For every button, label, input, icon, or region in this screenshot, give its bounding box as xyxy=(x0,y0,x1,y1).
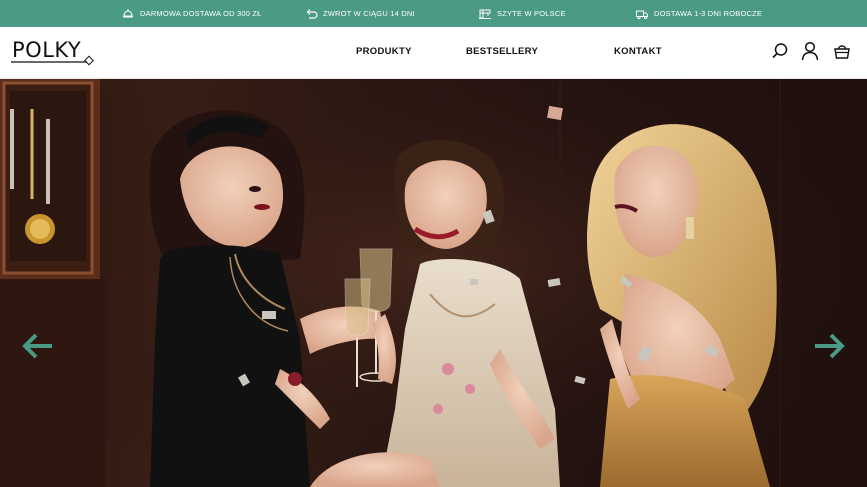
delivery-truck-icon xyxy=(636,10,648,19)
promo-item-free-delivery: DARMOWA DOSTAWA OD 300 ZŁ xyxy=(121,0,262,27)
promo-label: SZYTE W POLSCE xyxy=(497,9,566,18)
nav-kontakt[interactable]: KONTAKT xyxy=(614,46,662,57)
search-icon[interactable] xyxy=(770,41,790,61)
promo-item-made-in-poland: SZYTE W POLSCE xyxy=(478,0,566,27)
logo-underline-diamond xyxy=(11,55,94,66)
slider-prev-button[interactable] xyxy=(21,333,55,359)
nav-bestsellery[interactable]: BESTSELLERY xyxy=(466,46,538,57)
free-delivery-icon xyxy=(123,8,133,17)
wall-clock xyxy=(0,79,105,487)
promo-label: ZWROT W CIĄGU 14 DNI xyxy=(323,9,415,18)
promo-label: DOSTAWA 1-3 DNI ROBOCZE xyxy=(654,9,763,18)
hero-slider xyxy=(0,79,867,487)
site-header: POLKY PRODUKTY BESTSELLERY KONTAKT xyxy=(0,27,867,79)
promo-bar: DARMOWA DOSTAWA OD 300 ZŁ ZWROT W CIĄGU … xyxy=(0,0,867,27)
logo[interactable]: POLKY xyxy=(11,37,97,69)
woman-right xyxy=(587,124,777,487)
sewing-machine-icon xyxy=(479,9,491,19)
user-icon[interactable] xyxy=(800,41,820,61)
promo-item-delivery-time: DOSTAWA 1-3 DNI ROBOCZE xyxy=(635,0,762,27)
cart-icon[interactable] xyxy=(832,41,852,61)
hero-image xyxy=(0,79,867,487)
nav-produkty[interactable]: PRODUKTY xyxy=(356,46,412,57)
return-arrow-icon xyxy=(306,8,318,19)
arrow-right-icon xyxy=(815,333,845,359)
promo-item-returns: ZWROT W CIĄGU 14 DNI xyxy=(304,0,415,27)
promo-label: DARMOWA DOSTAWA OD 300 ZŁ xyxy=(140,9,262,18)
slider-next-button[interactable] xyxy=(812,333,846,359)
arrow-left-icon xyxy=(22,333,52,359)
